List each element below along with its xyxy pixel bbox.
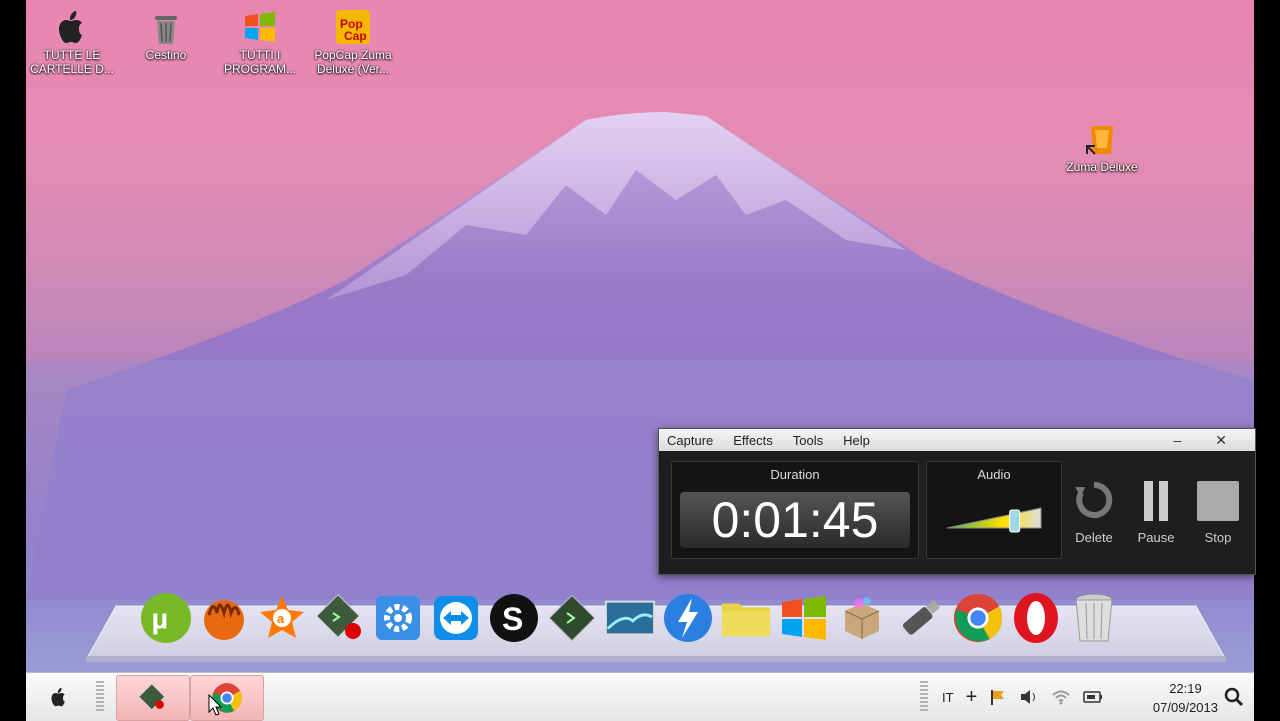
battery-icon[interactable] (1083, 690, 1103, 704)
usb-icon[interactable] (894, 590, 946, 646)
stop-icon (1197, 481, 1239, 521)
menu-capture[interactable]: Capture (667, 433, 713, 448)
refresh-icon (1075, 481, 1113, 518)
pause-button[interactable]: Pause (1131, 479, 1181, 545)
svg-text:µ: µ (152, 604, 169, 636)
close-button[interactable]: ✕ (1215, 432, 1227, 449)
dock: µ a S (140, 590, 1120, 654)
bolt-icon[interactable] (662, 590, 714, 646)
teamviewer-icon[interactable] (430, 590, 482, 646)
camtasia-icon[interactable] (546, 590, 598, 646)
svg-text:Cap: Cap (344, 29, 367, 43)
pause-icon (1144, 481, 1168, 521)
clock-time: 22:19 (1169, 681, 1202, 696)
clock[interactable]: 22:19 07/09/2013 (1153, 679, 1218, 717)
popcap-icon: Pop Cap (334, 8, 372, 46)
windows-logo-icon (241, 8, 279, 46)
desktop-icon-label: Cestino (145, 48, 187, 62)
recorder-window: Capture Effects Tools Help – ✕ Duration … (658, 428, 1256, 575)
wifi-icon[interactable] (1051, 689, 1071, 705)
duration-label: Duration (770, 467, 820, 482)
pause-label: Pause (1137, 530, 1175, 545)
stop-button[interactable]: Stop (1193, 479, 1243, 545)
taskbar-app-chrome[interactable] (190, 675, 264, 721)
trash-icon[interactable] (1068, 590, 1120, 646)
desktop-icon-zuma-deluxe[interactable]: Zuma Deluxe (1052, 112, 1152, 174)
trash-icon (147, 8, 185, 46)
gallery-icon[interactable] (604, 590, 656, 646)
delete-button[interactable]: Delete (1069, 479, 1119, 545)
menu-help[interactable]: Help (843, 433, 870, 448)
hand-icon[interactable] (198, 590, 250, 646)
skype-icon[interactable]: S (488, 590, 540, 646)
settings-icon[interactable] (372, 590, 424, 646)
duration-panel: Duration 0:01:45 (671, 461, 919, 559)
svg-text:a: a (277, 611, 285, 626)
chrome-icon[interactable] (952, 590, 1004, 646)
svg-text:S: S (502, 601, 523, 637)
action-center-flag-icon[interactable] (989, 688, 1007, 706)
volume-icon[interactable] (1019, 688, 1039, 706)
desktop-icon-all-folders[interactable]: TUTTE LE CARTELLE D... (26, 0, 122, 76)
avast-icon[interactable]: a (256, 590, 308, 646)
tray-grip (920, 681, 928, 713)
duration-timer: 0:01:45 (680, 492, 910, 548)
audio-level-slider[interactable] (945, 502, 1045, 536)
opera-icon[interactable] (1010, 590, 1062, 646)
utorrent-icon[interactable]: µ (140, 590, 192, 646)
windows-logo-icon[interactable] (778, 590, 830, 646)
language-indicator[interactable]: IT (942, 690, 954, 705)
mouse-cursor-icon (208, 694, 222, 716)
clock-date: 07/09/2013 (1152, 700, 1218, 715)
desktop-icon-label: TUTTI I PROGRAM... (223, 48, 296, 76)
search-icon[interactable] (1224, 687, 1244, 707)
recorder-app-icon (138, 683, 165, 710)
menu-effects[interactable]: Effects (733, 433, 773, 448)
audio-panel: Audio (926, 461, 1062, 559)
recorder-menubar: Capture Effects Tools Help – ✕ (659, 429, 1255, 451)
folder-icon[interactable] (720, 590, 772, 646)
taskbar-grip (96, 681, 104, 713)
desktop-icon-all-programs[interactable]: TUTTI I PROGRAM... (210, 0, 310, 76)
zuma-icon (1083, 120, 1121, 158)
taskbar-app-recorder[interactable] (116, 675, 190, 721)
box-icon[interactable] (836, 590, 888, 646)
minimize-button[interactable]: – (1173, 432, 1181, 449)
camstudio-icon[interactable] (314, 590, 366, 646)
delete-label: Delete (1075, 530, 1113, 545)
system-tray: IT + (942, 673, 1103, 721)
desktop-icon-label: Zuma Deluxe (1066, 160, 1138, 174)
desktop-icon-recycle-bin[interactable]: Cestino (116, 0, 216, 62)
desktop-icon-label: TUTTE LE CARTELLE D... (30, 48, 114, 76)
stop-label: Stop (1204, 530, 1232, 545)
desktop-icon-popcap-zuma[interactable]: Pop Cap PopCap Zuma Deluxe (Ver... (303, 0, 403, 76)
audio-label: Audio (977, 467, 1011, 482)
menu-tools[interactable]: Tools (793, 433, 823, 448)
apple-menu-icon[interactable] (48, 685, 70, 709)
audio-slider-knob[interactable] (1009, 509, 1021, 533)
plus-icon[interactable]: + (966, 686, 978, 709)
apple-icon (53, 8, 91, 46)
desktop-icon-label: PopCap Zuma Deluxe (Ver... (314, 48, 392, 76)
